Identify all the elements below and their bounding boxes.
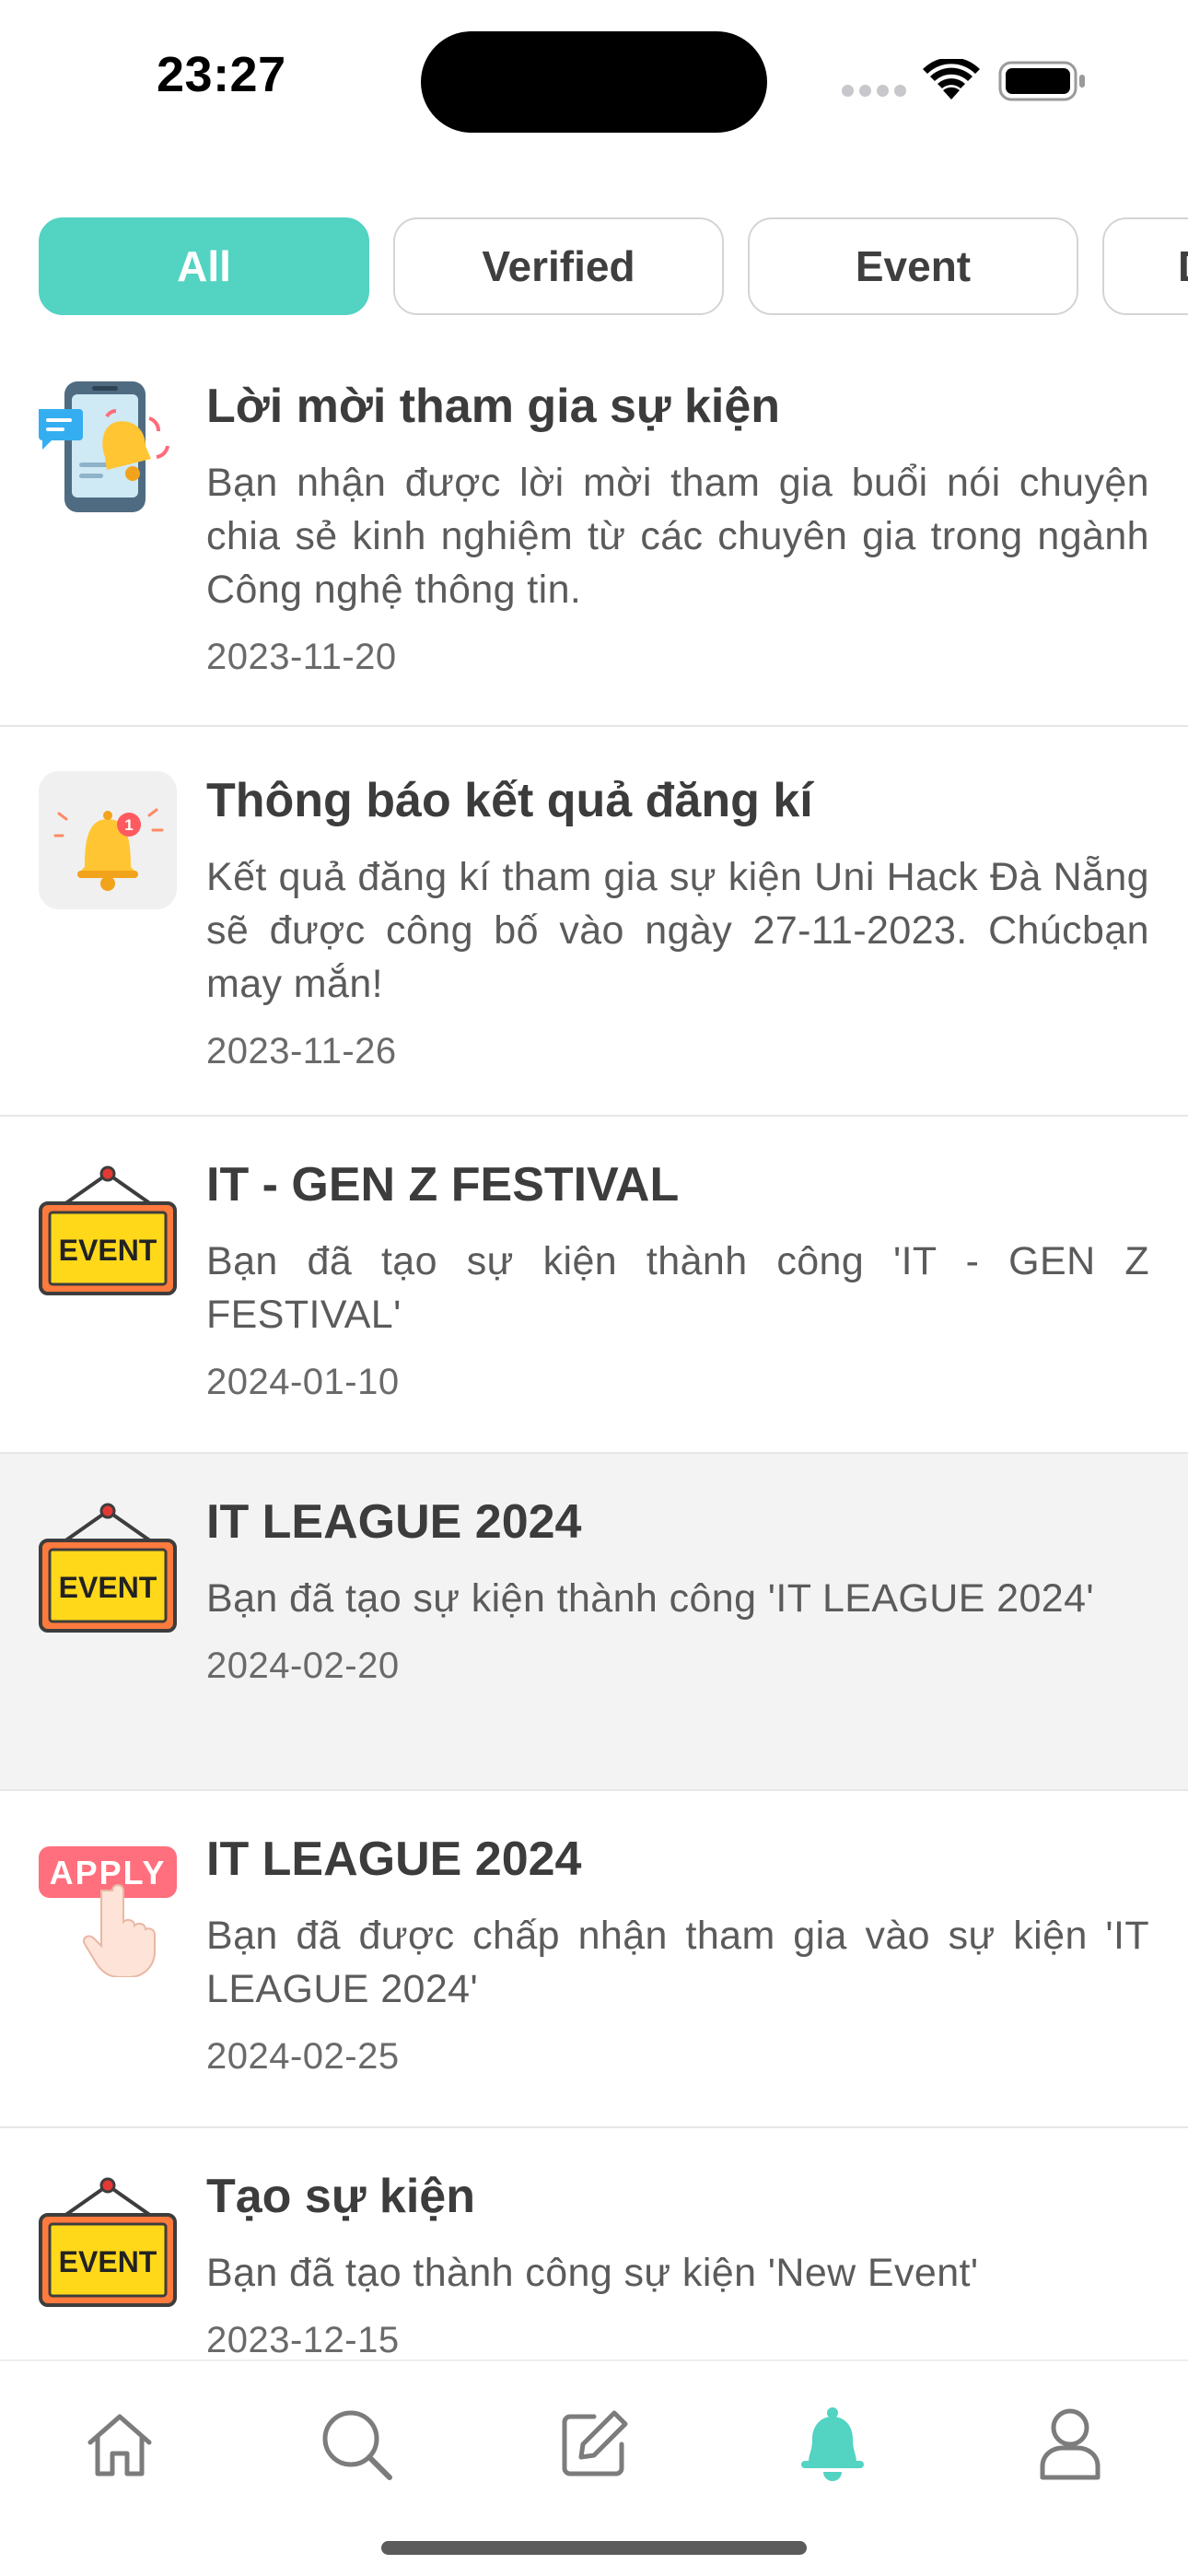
notification-date: 2023-11-26 [206,1031,397,1071]
bell-alert-icon: 1 [39,771,177,909]
apply-hand-icon: APPLY [39,1846,177,1977]
tab-create[interactable] [548,2398,640,2490]
wifi-icon [923,59,980,100]
notification-body: Bạn đã được chấp nhận tham gia vào sự ki… [206,1914,1149,2011]
notification-item[interactable]: 1 Thông báo kết quả đăng kí Kết quả đăng… [0,727,1188,1117]
filter-chip-all[interactable]: All [39,217,369,315]
notification-date: 2023-12-15 [206,2320,400,2359]
cellular-signal-icon [842,85,906,97]
dynamic-island [421,31,767,133]
event-sign-icon: EVENT [39,1165,177,1295]
notification-title: IT - GEN Z FESTIVAL [206,1158,680,1212]
tab-profile[interactable] [1024,2398,1116,2490]
profile-icon [1040,2408,1101,2480]
notification-item[interactable]: APPLY IT LEAGUE 2024 Bạn đã được chấp nh… [0,1791,1188,2128]
notification-list[interactable]: Lời mời tham gia sự kiện Bạn nhận được l… [0,355,1188,2359]
search-icon [322,2410,392,2480]
notification-title: Thông báo kết quả đăng kí [206,774,813,827]
tab-home[interactable] [74,2398,166,2490]
status-bar: 23:27 [0,0,1188,166]
notification-title: Lời mời tham gia sự kiện [206,380,781,433]
bell-icon [801,2407,864,2481]
filter-chip-event[interactable]: Event [748,217,1078,315]
phone-notification-icon [39,381,169,512]
home-indicator [381,2541,807,2555]
apply-label: APPLY [50,1854,167,1891]
notification-item[interactable]: EVENT Tạo sự kiện Bạn đã tạo thành công … [0,2128,1188,2359]
filter-chip-more[interactable]: D [1102,217,1188,315]
notifications-screen: 23:27 All Verified Event D [0,0,1188,2576]
notification-item[interactable]: Lời mời tham gia sự kiện Bạn nhận được l… [0,355,1188,727]
notification-date: 2023-11-20 [206,637,397,677]
notification-date: 2024-02-20 [206,1645,400,1686]
notification-date: 2024-02-25 [206,2036,400,2077]
notification-date: 2024-01-10 [206,1362,400,1402]
notification-body: Bạn đã tạo thành công sự kiện 'New Event… [206,2251,979,2295]
tab-search[interactable] [310,2398,402,2490]
notification-body: Bạn đã tạo sự kiện thành công 'IT LEAGUE… [206,1576,1095,1621]
filter-chips: All Verified Event D [39,217,1188,317]
edit-icon [562,2410,628,2476]
status-time: 23:27 [157,47,286,102]
event-sign-label: EVENT [59,2245,157,2278]
svg-text:1: 1 [124,816,133,834]
event-sign-label: EVENT [59,1571,157,1604]
notification-item[interactable]: EVENT IT LEAGUE 2024 Bạn đã tạo sự kiện … [0,1454,1188,1791]
filter-chip-verified[interactable]: Verified [393,217,724,315]
battery-icon [998,61,1085,101]
notification-body: Kết quả đăng kí tham gia sự kiện Uni Hac… [206,855,1149,1006]
event-sign-icon: EVENT [39,1503,177,1633]
tab-notifications[interactable] [786,2398,879,2490]
notification-title: IT LEAGUE 2024 [206,1832,582,1886]
event-sign-label: EVENT [59,1234,157,1267]
notification-body: Bạn đã tạo sự kiện thành công 'IT - GEN … [206,1239,1149,1337]
notification-title: IT LEAGUE 2024 [206,1495,582,1549]
home-icon [87,2414,152,2476]
notification-item[interactable]: EVENT IT - GEN Z FESTIVAL Bạn đã tạo sự … [0,1117,1188,1454]
event-sign-icon: EVENT [39,2177,177,2307]
notification-body: Bạn nhận được lời mời tham gia buổi nói … [206,461,1149,612]
notification-title: Tạo sự kiện [206,2170,475,2223]
